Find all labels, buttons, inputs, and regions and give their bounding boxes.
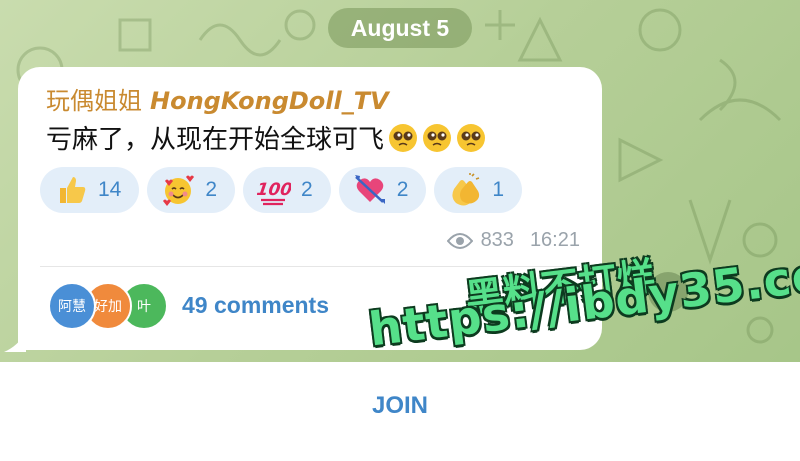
join-button[interactable]: JOIN — [0, 392, 800, 420]
svg-text:100: 100 — [257, 180, 291, 200]
thumbs-up-icon — [60, 177, 86, 203]
reaction-count: 1 — [492, 178, 505, 201]
message-text: 亏麻了，从现在开始全球可飞 — [46, 119, 486, 156]
date-label: August 5 — [350, 14, 450, 41]
clapping-hands-icon — [452, 173, 480, 206]
heart-with-arrow-icon — [354, 175, 385, 204]
sender-name-cn: 玩偶姐姐 — [46, 87, 142, 115]
reaction-count: 14 — [98, 178, 122, 201]
pleading-face-icon — [457, 123, 486, 152]
reaction-thumbs-up[interactable]: 14 — [40, 167, 140, 213]
reactions-bar: 14 2 100 2 2 1 — [40, 167, 523, 213]
reaction-smiling-hearts[interactable]: 2 — [147, 167, 236, 213]
comment-avatars: 阿慧 好加 叶 — [48, 282, 168, 330]
sender-name[interactable]: 玩偶姐姐 HongKongDoll_TV — [46, 81, 389, 116]
hundred-points-icon: 100 — [257, 180, 291, 206]
pleading-face-icon — [423, 123, 452, 152]
message-meta: 833 16:21 — [446, 229, 580, 252]
reaction-hundred-points[interactable]: 100 2 — [243, 167, 331, 213]
avatar: 阿慧 — [48, 282, 96, 330]
eye-icon — [446, 232, 473, 249]
reaction-count: 2 — [301, 178, 313, 201]
message-body: 亏麻了，从现在开始全球可飞 — [46, 125, 385, 155]
reaction-clapping-hands[interactable]: 1 — [434, 167, 523, 213]
smiling-face-with-hearts-icon — [163, 175, 195, 206]
pleading-face-icon — [389, 123, 418, 152]
sender-name-en: HongKongDoll_TV — [150, 87, 389, 115]
date-separator-pill: August 5 — [328, 8, 472, 48]
comments-label: 49 comments — [182, 291, 330, 318]
view-count: 833 — [480, 229, 514, 251]
reaction-count: 2 — [205, 178, 218, 201]
message-time: 16:21 — [529, 229, 580, 251]
reaction-heart-with-arrow[interactable]: 2 — [338, 167, 427, 213]
comments-button[interactable]: 阿慧 好加 叶 49 comments — [48, 279, 329, 331]
reaction-count: 2 — [396, 178, 409, 201]
